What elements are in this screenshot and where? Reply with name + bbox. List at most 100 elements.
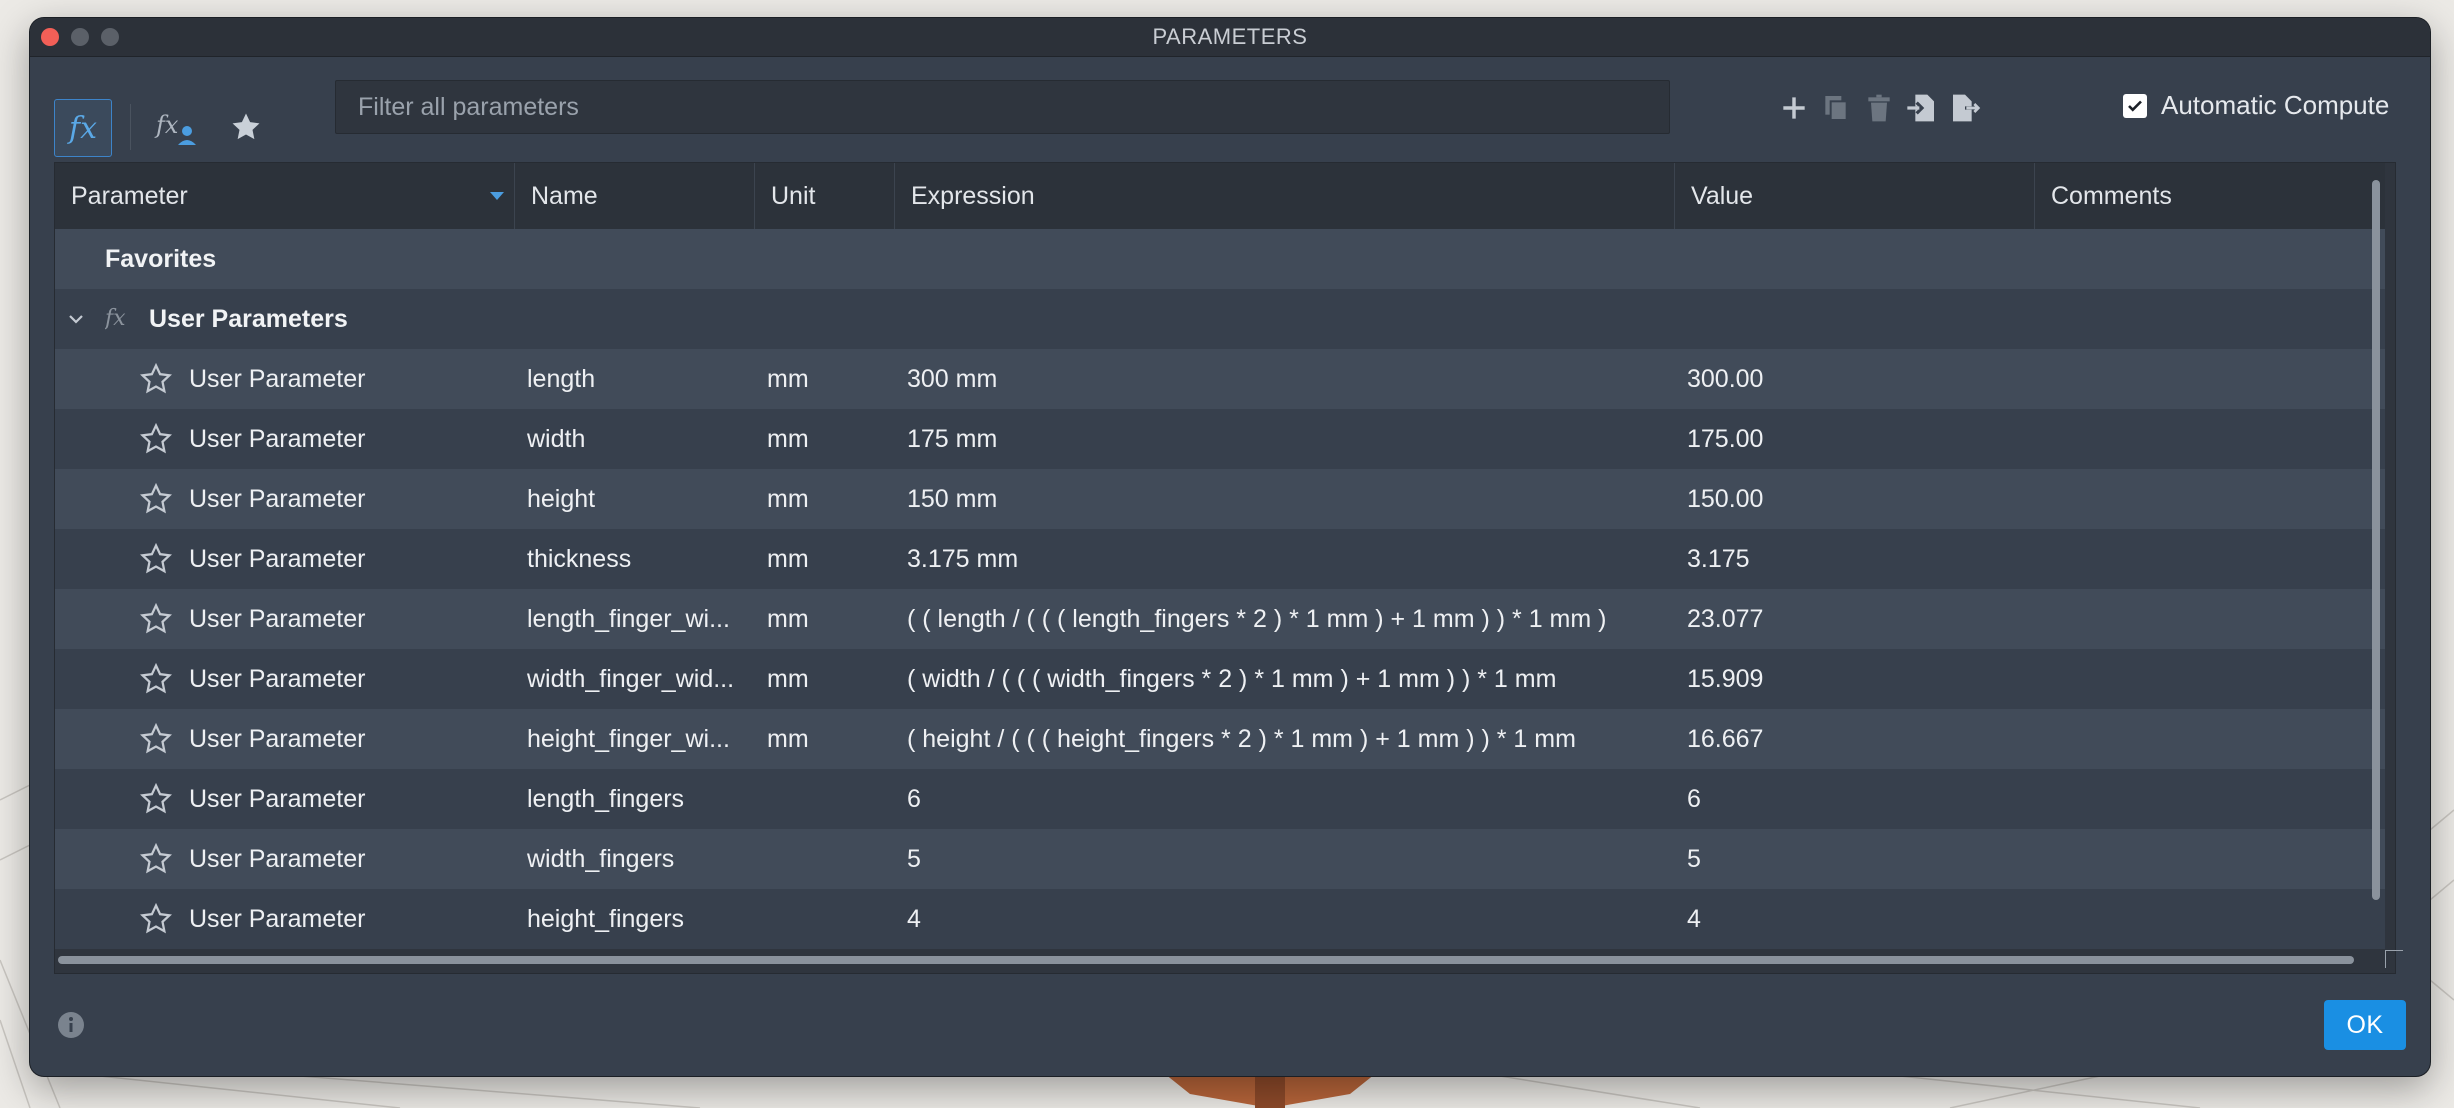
star-outline-icon[interactable] <box>139 602 173 636</box>
column-header-parameter[interactable]: Parameter <box>55 163 515 229</box>
parameter-comments-cell[interactable] <box>2047 829 2377 889</box>
parameter-comments-cell[interactable] <box>2047 409 2377 469</box>
delete-parameter-button[interactable] <box>1857 86 1901 130</box>
add-parameter-button[interactable] <box>1772 86 1816 130</box>
star-outline-icon[interactable] <box>139 542 173 576</box>
star-outline-icon[interactable] <box>139 482 173 516</box>
parameter-name-cell[interactable]: thickness <box>527 529 753 589</box>
table-row[interactable]: User Parameter thickness mm 3.175 mm 3.175 <box>55 529 2385 589</box>
title-bar: PARAMETERS <box>30 18 2430 57</box>
parameter-name-cell[interactable]: height <box>527 469 753 529</box>
automatic-compute-checkbox[interactable] <box>2123 93 2147 118</box>
fx-icon: fx <box>68 110 98 146</box>
parameter-unit-cell: mm <box>767 485 809 513</box>
filter-parameters-input[interactable] <box>335 80 1670 134</box>
horizontal-scroll-thumb[interactable] <box>58 956 2354 964</box>
sort-dropdown-icon[interactable] <box>490 192 504 200</box>
user-parameters-group-row[interactable]: fx User Parameters <box>55 289 2385 349</box>
vertical-scrollbar[interactable] <box>2370 164 2382 904</box>
parameter-comments-cell[interactable] <box>2047 349 2377 409</box>
star-outline-icon[interactable] <box>139 722 173 756</box>
parameter-unit-cell: mm <box>767 425 809 453</box>
parameter-expression-cell[interactable]: 5 <box>907 829 1667 889</box>
parameter-value-cell: 175.00 <box>1687 425 1764 453</box>
parameter-type-cell: User Parameter <box>189 605 366 633</box>
parameter-name-cell[interactable]: length <box>527 349 753 409</box>
parameter-expression-cell[interactable]: 175 mm <box>907 409 1667 469</box>
parameter-expression-cell[interactable]: 300 mm <box>907 349 1667 409</box>
info-icon[interactable] <box>56 1010 86 1040</box>
parameter-type-cell: User Parameter <box>189 485 366 513</box>
parameter-comments-cell[interactable] <box>2047 589 2377 649</box>
parameter-type-cell: User Parameter <box>189 545 366 573</box>
star-outline-icon[interactable] <box>139 902 173 936</box>
star-outline-icon[interactable] <box>139 842 173 876</box>
parameter-unit-cell: mm <box>767 545 809 573</box>
parameter-expression-cell[interactable]: ( ( length / ( ( ( length_fingers * 2 ) … <box>907 589 1667 649</box>
parameter-expression-cell[interactable]: 6 <box>907 769 1667 829</box>
parameter-unit-cell <box>767 829 887 889</box>
parameter-expression-cell[interactable]: ( width / ( ( ( width_fingers * 2 ) * 1 … <box>907 649 1667 709</box>
column-header-expression[interactable]: Expression <box>895 163 1675 229</box>
table-row[interactable]: User Parameter height mm 150 mm 150.00 <box>55 469 2385 529</box>
table-row[interactable]: User Parameter height_finger_wi... mm ( hei… <box>55 709 2385 769</box>
parameter-value-cell: 150.00 <box>1687 485 1764 513</box>
column-header-unit[interactable]: Unit <box>755 163 895 229</box>
parameter-type-cell: User Parameter <box>189 365 366 393</box>
ok-button[interactable]: OK <box>2324 1000 2406 1050</box>
column-header-value[interactable]: Value <box>1675 163 2035 229</box>
parameter-expression-cell[interactable]: ( height / ( ( ( height_fingers * 2 ) * … <box>907 709 1667 769</box>
favorites-filter-button[interactable] <box>220 102 272 152</box>
star-outline-icon[interactable] <box>139 422 173 456</box>
column-header-comments[interactable]: Comments <box>2035 163 2385 229</box>
parameter-comments-cell[interactable] <box>2047 769 2377 829</box>
horizontal-scrollbar[interactable] <box>56 953 2390 967</box>
svg-text:fx: fx <box>154 111 179 139</box>
parameter-name-cell[interactable]: width <box>527 409 753 469</box>
parameter-type-cell: User Parameter <box>189 425 366 453</box>
parameter-comments-cell[interactable] <box>2047 709 2377 769</box>
copy-parameter-button[interactable] <box>1814 86 1858 130</box>
column-header-name[interactable]: Name <box>515 163 755 229</box>
star-outline-icon[interactable] <box>139 662 173 696</box>
parameter-value-cell: 15.909 <box>1687 665 1764 693</box>
vertical-scroll-thumb[interactable] <box>2372 180 2380 900</box>
parameter-comments-cell[interactable] <box>2047 649 2377 709</box>
star-outline-icon[interactable] <box>139 362 173 396</box>
parameter-value-cell: 6 <box>1687 785 1701 813</box>
parameter-comments-cell[interactable] <box>2047 529 2377 589</box>
star-outline-icon[interactable] <box>139 782 173 816</box>
parameter-name-cell[interactable]: width_fingers <box>527 829 753 889</box>
parameter-value-cell: 3.175 <box>1687 545 1750 573</box>
parameter-name-cell[interactable]: height_fingers <box>527 889 753 949</box>
table-row[interactable]: User Parameter length_finger_wi... mm ( ( l… <box>55 589 2385 649</box>
automatic-compute-toggle[interactable]: Automatic Compute <box>2123 90 2389 121</box>
parameter-name-cell[interactable]: length_finger_wi... <box>527 589 753 649</box>
import-parameters-button[interactable] <box>1900 86 1944 130</box>
parameter-expression-cell[interactable]: 150 mm <box>907 469 1667 529</box>
parameter-name-cell[interactable]: width_finger_wid... <box>527 649 753 709</box>
parameter-name-cell[interactable]: height_finger_wi... <box>527 709 753 769</box>
trash-icon <box>1868 94 1890 122</box>
parameter-comments-cell[interactable] <box>2047 889 2377 949</box>
parameter-value-cell: 16.667 <box>1687 725 1764 753</box>
table-row[interactable]: User Parameter height_fingers 4 4 <box>55 889 2385 949</box>
parameter-comments-cell[interactable] <box>2047 469 2377 529</box>
table-row[interactable]: User Parameter width_finger_wid... mm ( wid… <box>55 649 2385 709</box>
export-parameters-button[interactable] <box>1943 86 1987 130</box>
chevron-down-icon[interactable] <box>67 311 85 327</box>
parameter-expression-cell[interactable]: 3.175 mm <box>907 529 1667 589</box>
star-filled-icon <box>232 113 260 140</box>
table-row[interactable]: User Parameter length mm 300 mm 300.00 <box>55 349 2385 409</box>
table-row[interactable]: User Parameter width mm 175 mm 175.00 <box>55 409 2385 469</box>
table-resize-handle[interactable] <box>2385 950 2403 968</box>
plus-icon <box>1783 97 1805 119</box>
favorites-group-row[interactable]: Favorites <box>55 229 2385 289</box>
parameter-name-cell[interactable]: length_fingers <box>527 769 753 829</box>
table-row[interactable]: User Parameter length_fingers 6 6 <box>55 769 2385 829</box>
parameter-expression-cell[interactable]: 4 <box>907 889 1667 949</box>
all-parameters-fx-button[interactable]: fx <box>54 99 112 157</box>
parameter-value-cell: 4 <box>1687 905 1701 933</box>
user-parameters-filter-button[interactable]: fx <box>150 102 202 152</box>
table-row[interactable]: User Parameter width_fingers 5 5 <box>55 829 2385 889</box>
